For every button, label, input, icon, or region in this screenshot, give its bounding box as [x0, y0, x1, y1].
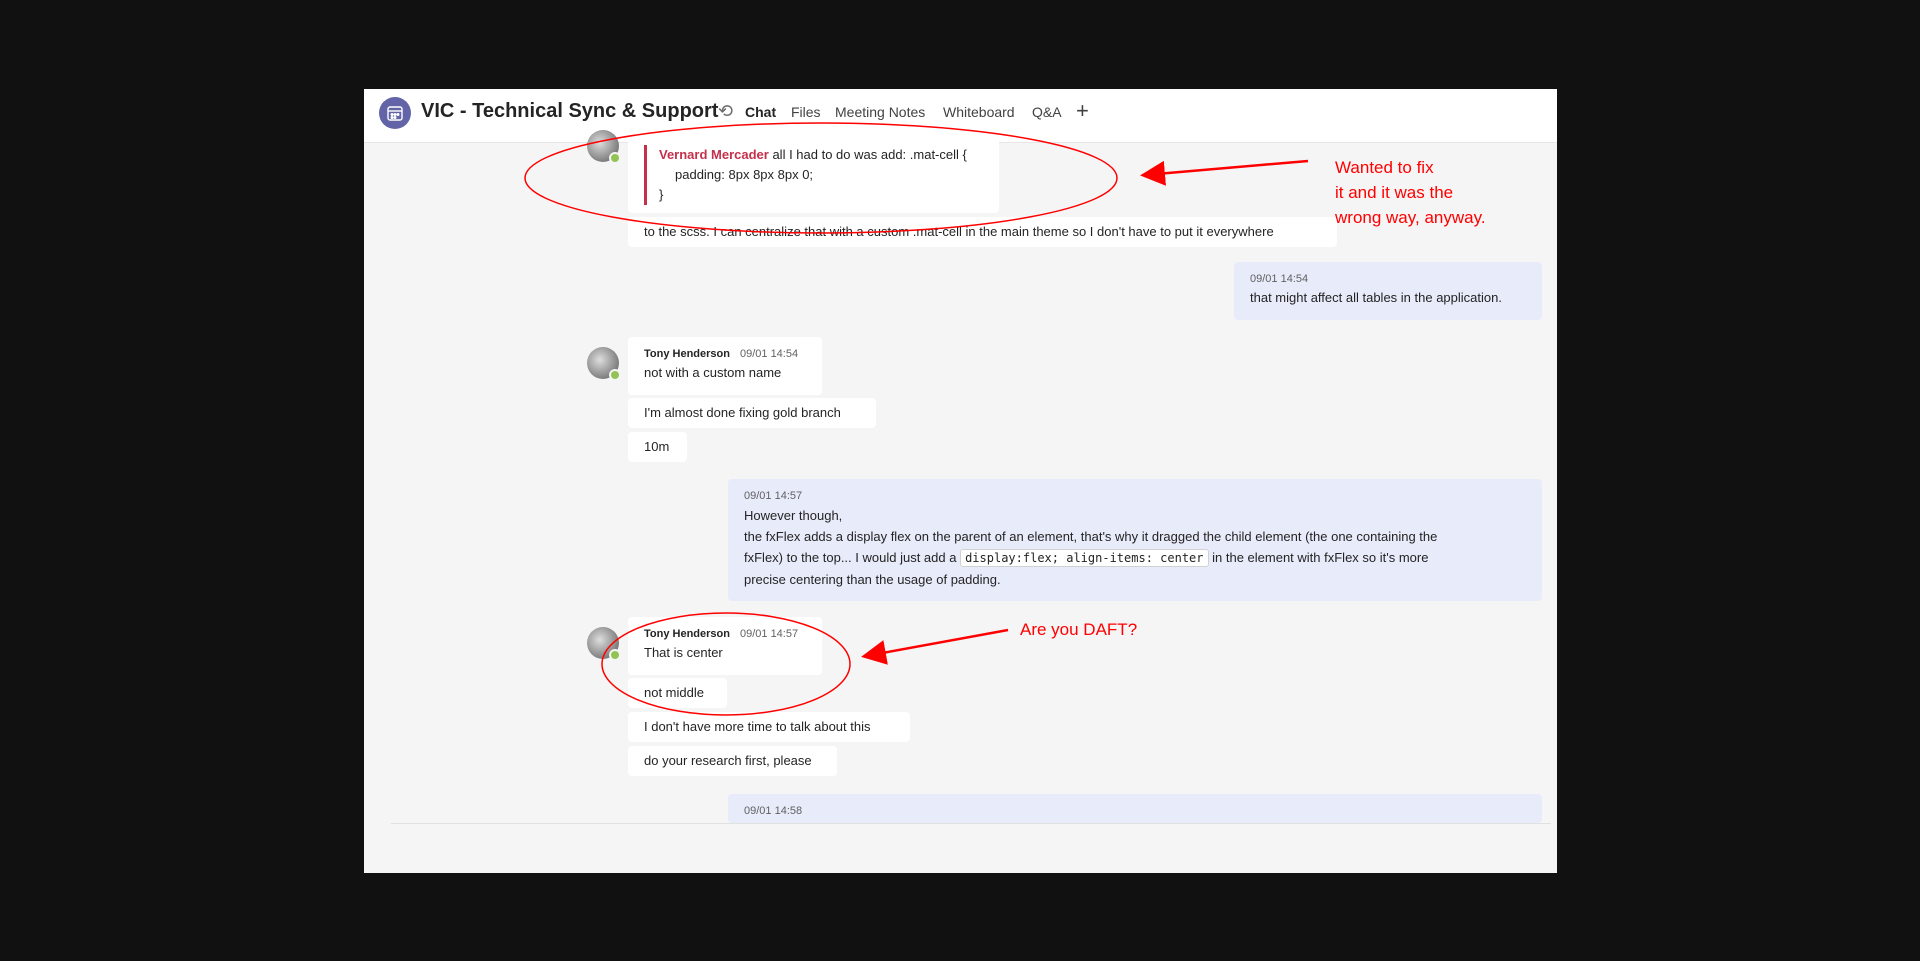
annotation-note-line-3: wrong way, anyway.: [1335, 208, 1486, 227]
message-bubble-mine[interactable]: 09/01 14:58: [728, 794, 1542, 823]
presence-available-icon: [609, 152, 621, 164]
calendar-icon[interactable]: [379, 97, 411, 129]
message-timestamp: 09/01 14:54: [1250, 273, 1309, 285]
message-line-4: precise centering than the usage of padd…: [744, 572, 1001, 587]
message-bubble-mine[interactable]: 09/01 14:54 that might affect all tables…: [1234, 262, 1542, 320]
quote-line-2: padding: 8px 8px 8px 0;: [675, 167, 814, 182]
message-line-1: However though,: [744, 508, 843, 523]
tab-qa[interactable]: Q&A: [1032, 104, 1062, 120]
message-line-3-end: in the element with fxFlex so it's more: [1212, 550, 1429, 565]
presence-available-icon: [609, 369, 621, 381]
message-text: that might affect all tables in the appl…: [1250, 290, 1502, 305]
avatar[interactable]: [587, 130, 621, 164]
message-bubble[interactable]: I'm almost done fixing gold branch: [628, 398, 876, 428]
message-bubble[interactable]: Tony Henderson 09/01 14:54 not with a cus…: [628, 337, 822, 395]
presence-available-icon: [609, 649, 621, 661]
message-text: to the scss. I can centralize that with …: [644, 224, 1274, 239]
annotation-note-line-1: Wanted to fix: [1335, 158, 1434, 177]
message-quote: Vernard Mercader all I had to do was add…: [644, 145, 983, 205]
message-text: not middle: [644, 685, 704, 700]
message-line-3-start: fxFlex) to the top... I would just add a: [744, 550, 957, 565]
channel-title: VIC - Technical Sync & Support: [421, 100, 719, 122]
tab-files[interactable]: Files: [791, 104, 821, 120]
quote-line-3: }: [659, 187, 664, 202]
sync-icon[interactable]: ⟲: [718, 101, 733, 122]
message-bubble[interactable]: Tony Henderson 09/01 14:57 That is center: [628, 617, 822, 675]
message-bubble-mine[interactable]: 09/01 14:57 However though, the fxFlex a…: [728, 479, 1542, 601]
message-bubble[interactable]: 10m: [628, 432, 687, 462]
message-text: do your research first, please: [644, 753, 812, 768]
message-bubble[interactable]: to the scss. I can centralize that with …: [628, 217, 1337, 247]
chat-divider: [391, 823, 1551, 824]
message-text: That is center: [644, 645, 723, 660]
message-text: 10m: [644, 439, 670, 454]
message-timestamp: 09/01 14:57: [739, 628, 799, 640]
message-text: I don't have more time to talk about thi…: [644, 719, 871, 734]
inline-code: display:flex; align-items: center: [960, 549, 1209, 567]
message-bubble[interactable]: do your research first, please: [628, 746, 837, 776]
avatar[interactable]: [587, 627, 621, 661]
message-timestamp: 09/01 14:58: [744, 805, 803, 817]
message-line-3: fxFlex) to the top... I would just add a…: [744, 547, 1526, 569]
message-line-2: the fxFlex adds a display flex on the pa…: [744, 529, 1438, 544]
message-timestamp: 09/01 14:57: [744, 490, 803, 502]
tab-whiteboard[interactable]: Whiteboard: [943, 104, 1015, 120]
sender-name[interactable]: Tony Henderson: [644, 348, 730, 360]
add-tab-icon[interactable]: +: [1076, 98, 1089, 124]
message-bubble[interactable]: I don't have more time to talk about thi…: [628, 712, 910, 742]
message-text: I'm almost done fixing gold branch: [644, 405, 841, 420]
annotation-note-line-2: it and it was the: [1335, 183, 1454, 202]
sender-name[interactable]: Tony Henderson: [644, 628, 730, 640]
message-text: not with a custom name: [644, 365, 782, 380]
tab-meeting-notes[interactable]: Meeting Notes: [835, 104, 925, 120]
avatar[interactable]: [587, 347, 621, 381]
annotation-note-bottom: Are you DAFT?: [1020, 620, 1138, 639]
message-bubble[interactable]: not middle: [628, 678, 727, 708]
quote-author[interactable]: Vernard Mercader: [659, 147, 769, 162]
annotation-note-top: Wanted to fix it and it was the wrong wa…: [1335, 155, 1486, 230]
tab-chat[interactable]: Chat: [745, 104, 776, 120]
quote-line-1: all I had to do was add: .mat-cell {: [768, 147, 967, 162]
message-timestamp: 09/01 14:54: [739, 348, 799, 360]
message-quote-card[interactable]: Vernard Mercader all I had to do was add…: [628, 135, 999, 213]
